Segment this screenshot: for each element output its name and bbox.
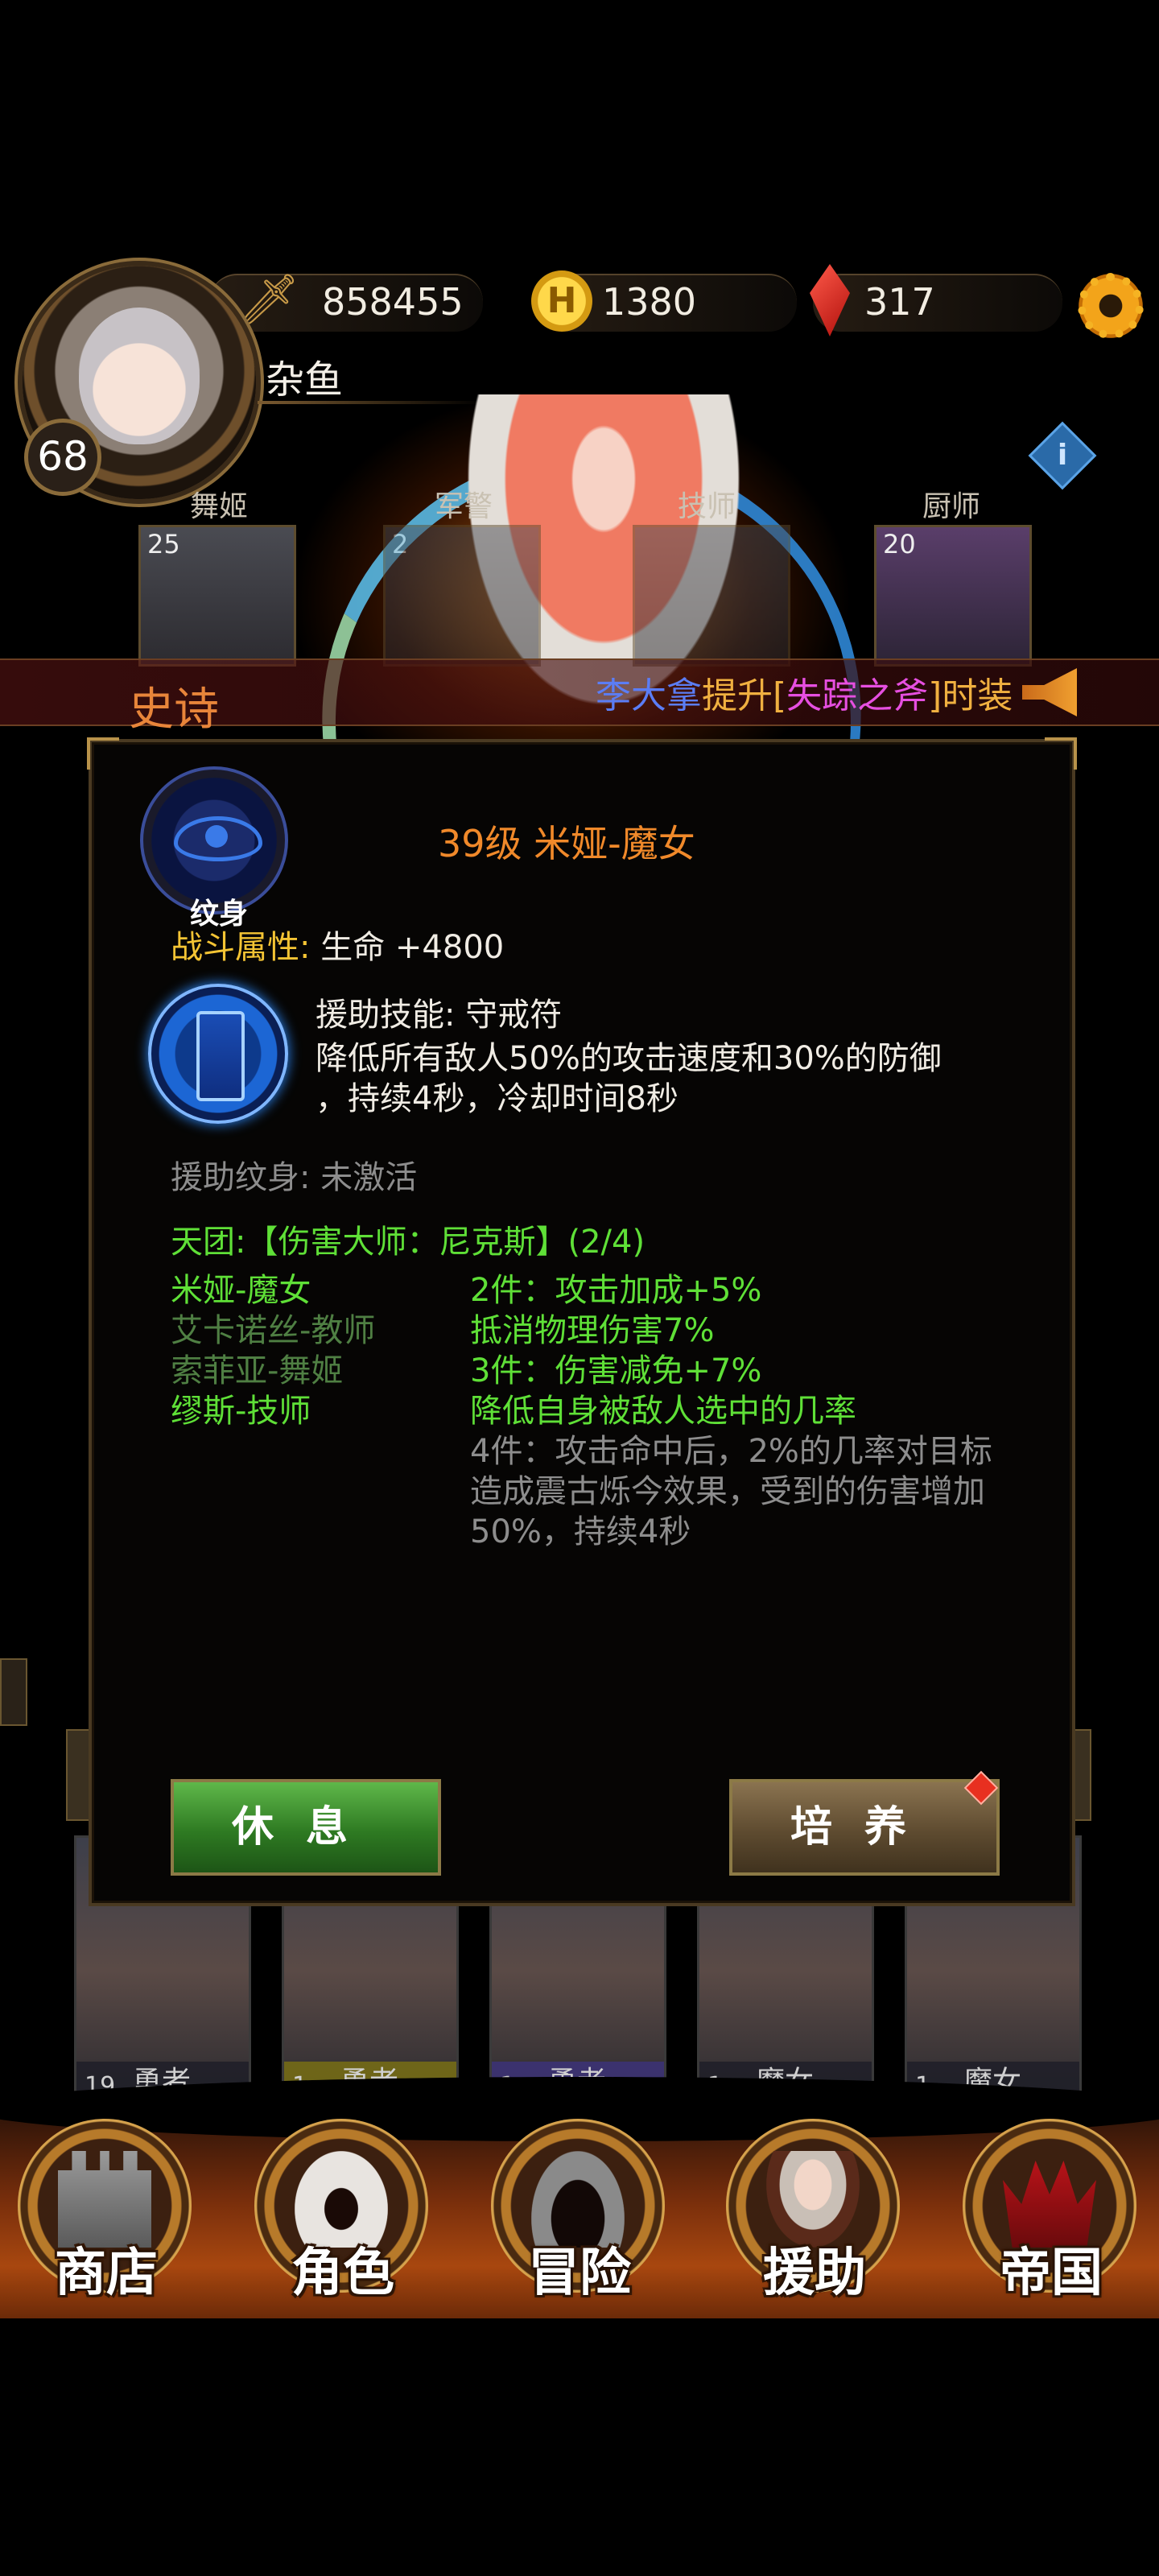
marquee-action: 提升[ — [702, 675, 787, 716]
set-effect: 降低自身被敌人选中的几率 — [470, 1393, 856, 1430]
role-card-dancer[interactable]: 25 — [138, 525, 296, 667]
eye-of-horus-icon — [174, 816, 262, 861]
power-value: 858455 — [322, 280, 464, 324]
skill-desc-line: 降低所有敌人50%的攻击速度和30%的防御 — [316, 1040, 942, 1077]
role-card-technician[interactable] — [633, 525, 790, 667]
set-effect-locked: 造成震古烁今效果，受到的伤害增加 — [470, 1473, 985, 1510]
rest-button[interactable]: 休息 — [171, 1779, 441, 1876]
assist-skill-name: 援助技能: 守戒符 — [316, 997, 563, 1034]
role-card-police[interactable]: 2 — [383, 525, 541, 667]
coin-icon: H — [531, 270, 592, 332]
combat-stat-label: 战斗属性: — [171, 929, 311, 966]
role-label-dancer: 舞姬 — [190, 490, 249, 523]
team-set-title: 天团:【伤害大师：尼克斯】(2/4) — [171, 1224, 645, 1261]
talisman-icon — [148, 984, 288, 1124]
role-card-level: 25 — [147, 529, 180, 559]
marquee-player: 李大拿 — [596, 675, 702, 716]
team-member-active: 缪斯-技师 — [171, 1393, 311, 1430]
nav-label: 援助 — [763, 2243, 866, 2303]
nav-label: 帝国 — [1000, 2243, 1103, 2303]
role-label-chef: 厨师 — [922, 490, 981, 523]
team-member-inactive: 索菲亚-舞姬 — [171, 1352, 344, 1389]
nav-label: 商店 — [55, 2243, 158, 2303]
combat-stat: 战斗属性: 生命 +4800 — [171, 921, 504, 968]
assist-skill-description: 降低所有敌人50%的攻击速度和30%的防御 ，持续4秒，冷却时间8秒 — [316, 1038, 1024, 1119]
coin-value: 1380 — [602, 280, 697, 324]
info-icon[interactable]: i — [1028, 421, 1097, 490]
train-button[interactable]: 培养 — [729, 1779, 1000, 1876]
set-effect-locked: 50%，持续4秒 — [470, 1513, 691, 1550]
team-member-active: 米娅-魔女 — [171, 1272, 311, 1309]
combat-stat-value: 生命 +4800 — [310, 929, 505, 966]
hero-detail-dialog: 纹身 39级 米娅-魔女 战斗属性: 生命 +4800 援助技能: 守戒符 降低… — [87, 737, 1077, 1906]
nav-assist-button[interactable]: 援助 — [726, 2119, 903, 2320]
dialog-corner — [87, 737, 119, 770]
set-effects: 2件：攻击加成+5% 抵消物理伤害7% 3件：伤害减免+7% 降低自身被敌人选中… — [470, 1270, 1033, 1552]
role-label-technician: 技师 — [678, 490, 736, 523]
gem-value: 317 — [864, 280, 935, 324]
player-level-badge: 68 — [24, 419, 101, 496]
nav-character-button[interactable]: 角色 — [254, 2119, 431, 2320]
assist-tattoo-status: 援助纹身: 未激活 — [171, 1159, 418, 1196]
role-label-police: 军警 — [435, 490, 493, 523]
dialog-corner — [1045, 737, 1077, 770]
nav-adventure-button[interactable]: 冒险 — [491, 2119, 668, 2320]
gear-icon[interactable] — [1074, 270, 1147, 342]
set-effect: 抵消物理伤害7% — [470, 1312, 715, 1349]
rarity-label: 史诗 — [129, 683, 219, 736]
team-member-inactive: 艾卡诺丝-教师 — [171, 1312, 376, 1349]
team-members: 米娅-魔女 艾卡诺丝-教师 索菲亚-舞姬 缪斯-技师 — [171, 1270, 375, 1431]
nav-shop-button[interactable]: 商店 — [18, 2119, 195, 2320]
tattoo-emblem: 纹身 — [140, 766, 288, 931]
gem-bar — [813, 274, 1062, 332]
set-effect: 3件：伤害减免+7% — [470, 1352, 762, 1389]
dialog-title: 39级 米娅-魔女 — [438, 822, 695, 865]
set-effect-locked: 4件：攻击命中后，2%的几率对目标 — [470, 1433, 992, 1470]
skill-desc-line: ，持续4秒，冷却时间8秒 — [316, 1080, 678, 1117]
role-card-chef[interactable]: 20 — [874, 525, 1032, 667]
announcement-marquee: 李大拿提升[失踪之斧]时装 — [596, 667, 1013, 718]
nav-label: 角色 — [291, 2243, 394, 2303]
role-card-level: 20 — [883, 529, 916, 559]
role-card-level: 2 — [392, 529, 409, 559]
sword-icon: 🗡 — [235, 271, 301, 331]
nav-empire-button[interactable]: 帝国 — [963, 2119, 1140, 2320]
side-panel-edge — [0, 1658, 27, 1726]
marquee-suffix: ]时装 — [928, 675, 1013, 716]
marquee-item: 失踪之斧 — [786, 675, 929, 716]
avatar-face — [79, 308, 200, 444]
set-effect: 2件：攻击加成+5% — [470, 1272, 762, 1309]
nav-label: 冒险 — [528, 2243, 631, 2303]
